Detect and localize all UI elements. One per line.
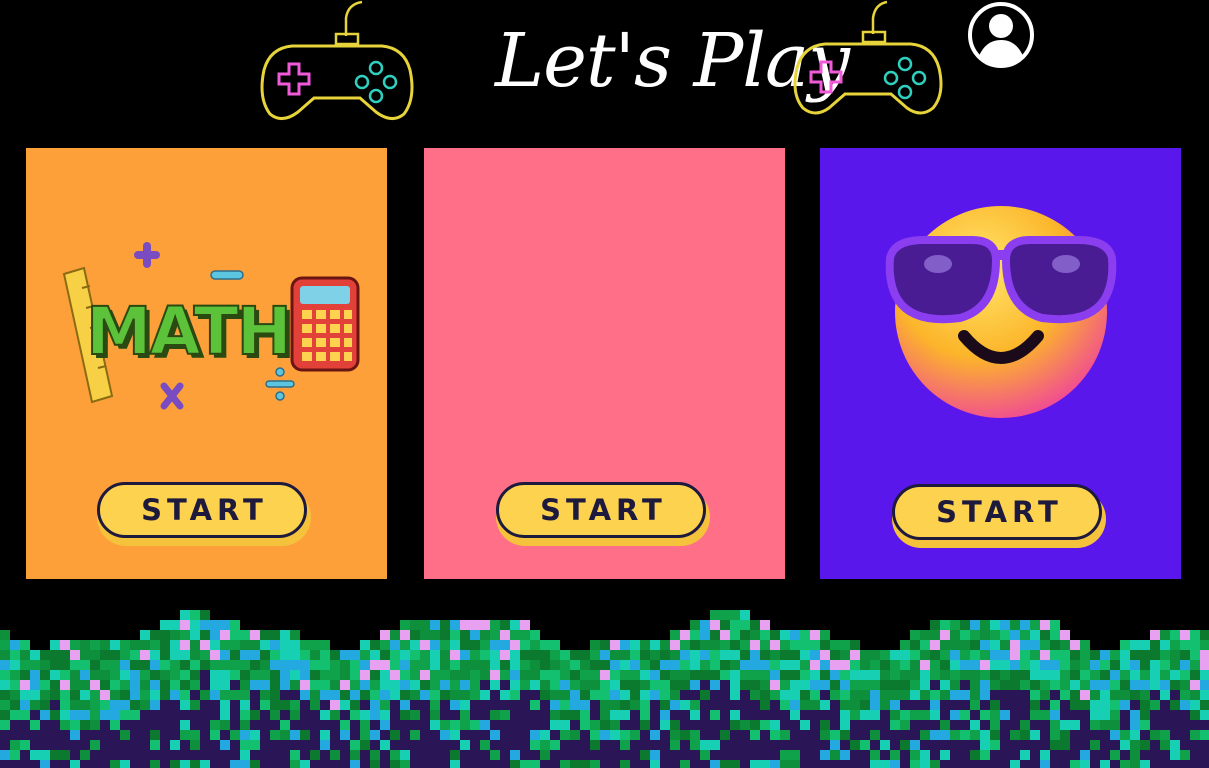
game-card-blank[interactable]: START bbox=[424, 148, 785, 579]
start-button-label: START bbox=[496, 482, 706, 538]
calculator-icon bbox=[290, 276, 360, 372]
start-button[interactable]: START bbox=[97, 482, 313, 546]
gamepad-icon bbox=[256, 0, 418, 124]
user-profile-icon[interactable] bbox=[966, 0, 1036, 70]
start-button[interactable]: START bbox=[892, 484, 1108, 548]
start-button[interactable]: START bbox=[496, 482, 712, 546]
game-card-emoji[interactable]: START bbox=[820, 148, 1181, 579]
pixel-grass-decoration bbox=[0, 610, 1209, 768]
sunglasses-emoji-icon bbox=[885, 206, 1117, 418]
game-card-math[interactable]: MATH MATH START bbox=[26, 148, 387, 579]
start-button-label: START bbox=[97, 482, 307, 538]
gamepad-icon bbox=[791, 0, 945, 120]
header: Let's Play bbox=[0, 0, 1209, 140]
page-title: Let's Play bbox=[495, 18, 850, 104]
math-wordmark: MATH bbox=[86, 293, 290, 370]
times-icon bbox=[160, 382, 184, 410]
minus-icon bbox=[210, 270, 244, 280]
math-illustration: MATH MATH bbox=[62, 242, 360, 410]
start-button-label: START bbox=[892, 484, 1102, 540]
plus-icon bbox=[134, 242, 160, 268]
